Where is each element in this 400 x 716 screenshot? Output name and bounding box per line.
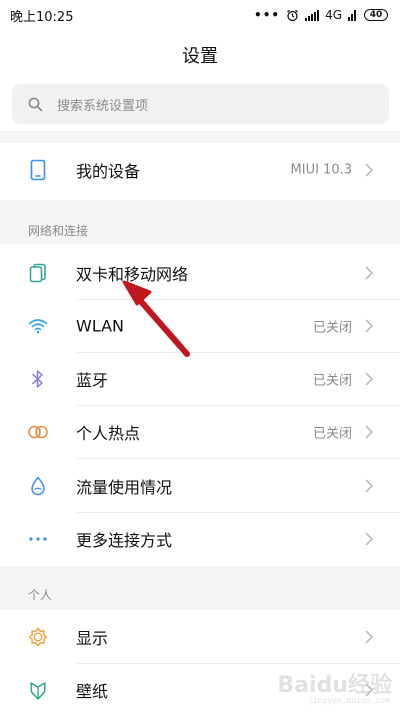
chevron-right-icon — [365, 162, 374, 177]
notification-dots: ••• — [254, 8, 281, 22]
network-section-header: 网络和连接 — [28, 224, 89, 238]
watermark: Baidu经验 jingyan.baidu.com — [272, 659, 392, 705]
wlan-row[interactable]: WLAN 已关闭 — [0, 299, 400, 352]
sim-mobile-network-row[interactable]: 双卡和移动网络 — [0, 246, 400, 299]
data-usage-row[interactable]: 流量使用情况 — [0, 459, 400, 512]
wifi-icon — [27, 315, 49, 337]
wallpaper-leaf-icon — [27, 679, 49, 701]
signal-icon-2 — [348, 9, 358, 21]
battery-indicator: 40 — [364, 9, 388, 21]
hotspot-status: 已关闭 — [312, 426, 352, 441]
water-drop-icon — [27, 475, 49, 497]
display-row[interactable]: 显示 — [0, 610, 400, 663]
sim-mobile-network-label: 双卡和移动网络 — [76, 264, 189, 284]
status-time: 晚上10:25 — [10, 9, 74, 25]
phone-icon — [27, 159, 49, 181]
wlan-status: 已关闭 — [312, 320, 352, 335]
status-bar: 晚上10:25 ••• 4G 40 — [0, 0, 400, 30]
bluetooth-row[interactable]: 蓝牙 已关闭 — [0, 352, 400, 405]
search-placeholder: 搜索系统设置项 — [57, 98, 149, 114]
search-icon — [28, 97, 43, 111]
bluetooth-icon — [27, 368, 49, 390]
bluetooth-label: 蓝牙 — [76, 370, 109, 390]
personal-section-header: 个人 — [28, 588, 53, 602]
display-label: 显示 — [76, 628, 109, 648]
sun-icon — [27, 626, 49, 648]
signal-icon — [305, 9, 320, 21]
network-type: 4G — [325, 8, 342, 22]
chevron-right-icon — [365, 629, 374, 644]
chevron-right-icon — [365, 531, 374, 546]
wallpaper-label: 壁纸 — [76, 681, 109, 701]
chevron-right-icon — [365, 265, 374, 280]
more-connections-label: 更多连接方式 — [76, 530, 173, 550]
chevron-right-icon — [365, 478, 374, 493]
chevron-right-icon — [365, 371, 374, 386]
chevron-right-icon — [365, 424, 374, 439]
sim-card-icon — [27, 262, 49, 284]
watermark-text: Baidu经验 — [277, 673, 392, 698]
my-device-row[interactable]: 我的设备 MIUI 10.3 — [0, 143, 400, 196]
search-input[interactable]: 搜索系统设置项 — [12, 84, 389, 124]
section-gap — [0, 131, 400, 143]
wlan-label: WLAN — [76, 316, 125, 335]
page-title: 设置 — [182, 46, 218, 67]
personal-section-band — [0, 566, 400, 610]
bluetooth-status: 已关闭 — [312, 373, 352, 388]
hotspot-row[interactable]: 个人热点 已关闭 — [0, 405, 400, 458]
hotspot-label: 个人热点 — [76, 423, 141, 443]
chevron-right-icon — [365, 318, 374, 333]
more-dots-icon — [27, 528, 49, 550]
data-usage-label: 流量使用情况 — [76, 477, 173, 497]
my-device-label: 我的设备 — [76, 161, 141, 181]
more-connections-row[interactable]: 更多连接方式 — [0, 512, 400, 565]
my-device-value: MIUI 10.3 — [290, 162, 352, 177]
status-icons: ••• 4G 40 — [254, 8, 388, 22]
alarm-icon — [287, 9, 298, 21]
hotspot-icon — [27, 421, 49, 443]
watermark-subtext: jingyan.baidu.com — [308, 696, 390, 705]
